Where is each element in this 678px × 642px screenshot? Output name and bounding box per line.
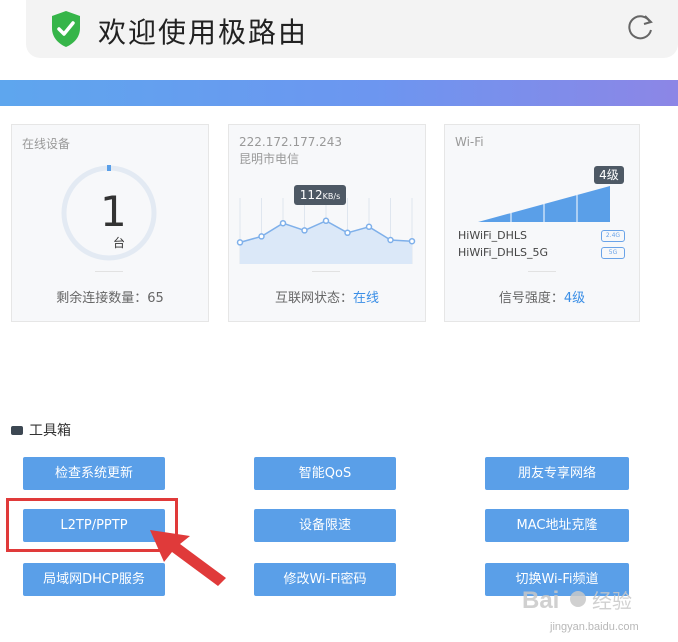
svg-text:Bai: Bai [522,587,559,614]
traffic-point [301,227,308,234]
toolbox-heading: 工具箱 [11,420,71,440]
card-label: 在线设备 [22,137,71,151]
svg-text:jingyan.baidu.com: jingyan.baidu.com [549,621,639,633]
gradient-banner [0,80,678,106]
traffic-point [365,223,373,231]
traffic-point [322,217,330,225]
speed-badge: 112KB/s [294,185,346,205]
refresh-icon[interactable] [624,12,656,44]
device-count: 1 [100,187,127,236]
traffic-point [258,233,265,240]
band-2g-badge: 2.4G [601,230,625,242]
baidu-watermark: Bai 经验 jingyan.baidu.com [522,587,639,633]
smart-qos-button[interactable]: 智能QoS [254,457,396,490]
page-title: 欢迎使用极路由 [98,16,309,49]
wifi-password-button[interactable]: 修改Wi-Fi密码 [254,563,396,596]
svg-text:经验: 经验 [592,589,632,613]
toolbox-icon [11,425,23,435]
remaining-connections: 剩余连接数量：65 [56,291,164,306]
card-label: Wi-Fi [455,135,484,149]
traffic-point [236,239,244,246]
traffic-point [279,219,287,227]
ssid-2g: HiWiFi_DHLS [458,229,527,242]
shield-check-icon [52,11,80,47]
traffic-point [387,236,394,244]
ssid-5g: HiWiFi_DHLS_5G [458,246,548,259]
divider [95,271,123,272]
device-unit: 台 [113,236,126,250]
friend-network-button[interactable]: 朋友专享网络 [485,457,629,490]
band-5g-badge: 5G [601,247,625,259]
mac-clone-button[interactable]: MAC地址克隆 [485,509,629,542]
signal-level-badge: 4级 [594,166,624,184]
signal-strength: 信号强度：4级 [498,291,586,306]
internet-status: 互联网状态：在线 [274,291,380,306]
dhcp-service-button[interactable]: 局域网DHCP服务 [23,563,165,596]
check-update-button[interactable]: 检查系统更新 [23,457,165,490]
online-devices-card[interactable]: 在线设备 1 台 剩余连接数量：65 [11,124,209,322]
isp-name: 昆明市电信 [239,152,300,166]
wifi-card[interactable]: Wi-Fi 信号强度：4级 [444,124,640,322]
red-arrow-icon [150,530,226,586]
traffic-point [344,229,351,237]
traffic-area [240,220,412,264]
ip-address: 222.172.177.243 [239,135,343,149]
divider [312,271,340,272]
traffic-chart [236,198,416,264]
device-speed-limit-button[interactable]: 设备限速 [254,509,396,542]
traffic-point [408,237,416,245]
divider [528,271,556,272]
signal-wedge [478,186,610,222]
